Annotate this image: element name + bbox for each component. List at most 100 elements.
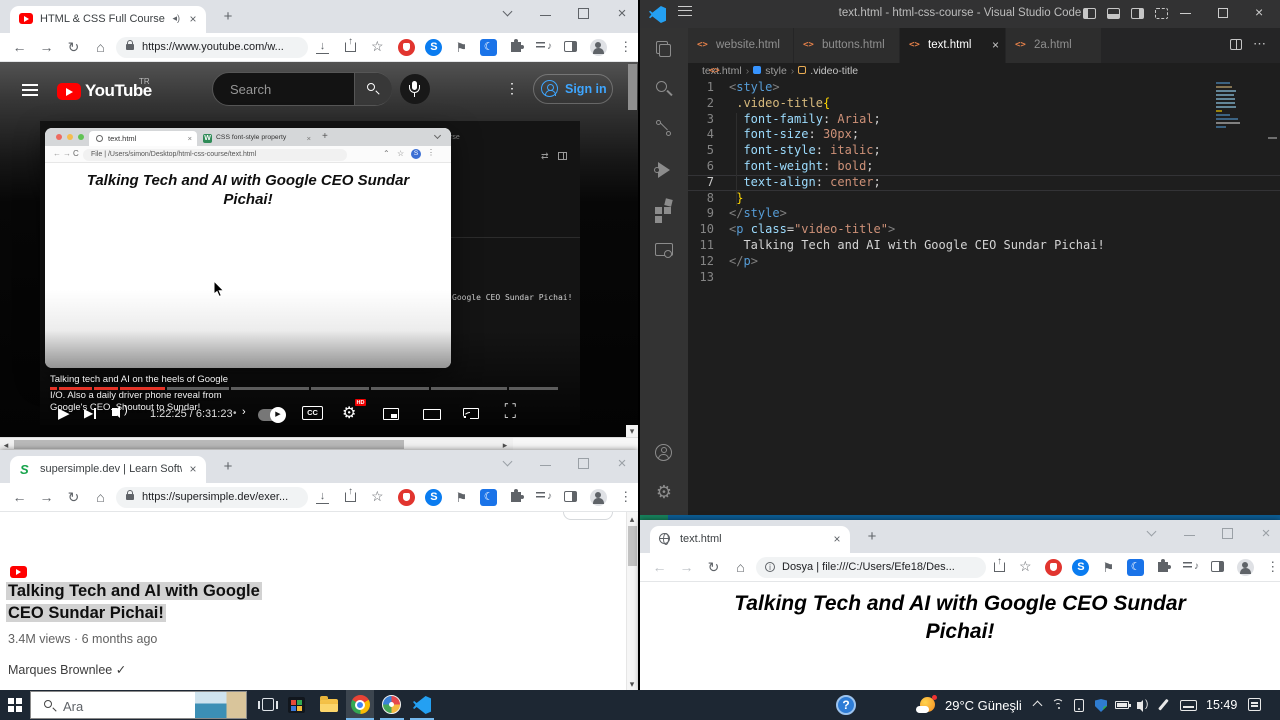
side-panel-icon[interactable] xyxy=(564,491,577,502)
code-line[interactable]: 13 xyxy=(688,270,1280,286)
breadcrumb-file[interactable]: text.html xyxy=(702,65,742,77)
vertical-scrollbar-thumb[interactable] xyxy=(628,526,637,566)
extensions-puzzle-icon[interactable] xyxy=(511,42,521,52)
toggle-panel-icon[interactable] xyxy=(1107,8,1120,19)
mac-address-bar[interactable]: File | /Users/simon/Desktop/html-css-cou… xyxy=(83,149,347,161)
extensions-puzzle-icon[interactable] xyxy=(1158,562,1168,572)
code-line[interactable]: 1<style> xyxy=(688,80,1280,96)
your-phone-icon[interactable] xyxy=(1074,699,1084,712)
youtube-logo-icon[interactable] xyxy=(57,83,81,100)
breadcrumb[interactable]: text.html›style›.video-title xyxy=(688,63,1280,80)
live-preview-icon[interactable] xyxy=(652,238,676,262)
back-button[interactable] xyxy=(10,38,29,57)
minimize-button[interactable] xyxy=(534,454,558,474)
tab-close-icon[interactable]: × xyxy=(992,28,999,63)
browser-menu-icon[interactable] xyxy=(617,39,634,56)
start-button[interactable] xyxy=(8,698,22,712)
code-line[interactable]: 11 Talking Tech and AI with Google CEO S… xyxy=(688,238,1280,254)
mac-reload-icon[interactable]: C xyxy=(73,149,79,158)
mac-tabstrip-chevron-icon[interactable] xyxy=(434,132,441,139)
code-line[interactable]: 4 font-size: 30px; xyxy=(688,127,1280,143)
tab-close-icon[interactable]: × xyxy=(186,463,200,477)
wifi-icon[interactable] xyxy=(1052,699,1066,711)
dark-reader-extension-icon[interactable] xyxy=(480,489,497,506)
close-button[interactable]: × xyxy=(610,454,634,474)
cast-button[interactable] xyxy=(463,408,479,419)
play-button[interactable]: ▶ xyxy=(58,404,70,422)
fullscreen-button[interactable]: ⌜⌝⌞⌟ xyxy=(504,406,519,418)
browser-tab-preview[interactable]: text.html × xyxy=(650,526,850,553)
toggle-sidebar-icon[interactable] xyxy=(1083,8,1096,19)
toggle-secondary-sidebar-icon[interactable] xyxy=(1131,8,1144,19)
adblock-extension-icon[interactable] xyxy=(398,39,415,56)
progress-segment[interactable] xyxy=(509,387,558,390)
hamburger-menu-icon[interactable] xyxy=(22,84,38,96)
tab-text-html[interactable]: text.html× xyxy=(900,28,1006,63)
extensions-icon[interactable] xyxy=(652,198,676,222)
share-icon[interactable] xyxy=(345,492,356,502)
touch-keyboard-icon[interactable] xyxy=(1180,700,1197,711)
scroll-down-button[interactable]: ▾ xyxy=(626,425,638,437)
side-panel-icon[interactable] xyxy=(564,41,577,52)
adblock-extension-icon[interactable] xyxy=(398,489,415,506)
minimize-button[interactable] xyxy=(1178,524,1202,544)
download-icon[interactable] xyxy=(316,41,329,54)
pen-icon[interactable] xyxy=(1158,699,1168,711)
forward-button[interactable] xyxy=(37,38,56,57)
code-line[interactable]: 9</style> xyxy=(688,206,1280,222)
browser-tab-youtube[interactable]: HTML & CSS Full Course - Be ◂) × xyxy=(10,6,206,33)
progress-segment[interactable] xyxy=(231,387,309,390)
account-icon[interactable] xyxy=(652,441,676,465)
maximize-button[interactable] xyxy=(1216,524,1240,544)
video-progress-bar[interactable] xyxy=(0,387,638,390)
source-control-icon[interactable] xyxy=(652,118,676,142)
tab-close-icon[interactable]: × xyxy=(830,533,844,547)
minimap[interactable] xyxy=(1216,82,1242,138)
pinwheel-app-icon[interactable] xyxy=(382,695,401,714)
address-bar[interactable]: https://supersimple.dev/exer... xyxy=(116,487,308,508)
flag-extension-icon[interactable] xyxy=(453,39,470,56)
search-daily-image[interactable] xyxy=(195,692,246,718)
bookmark-star-icon[interactable] xyxy=(371,488,384,505)
mic-button[interactable] xyxy=(400,74,430,104)
shazam-extension-icon[interactable] xyxy=(425,39,442,56)
mac-forward-icon[interactable]: → xyxy=(63,149,71,158)
task-view-icon[interactable] xyxy=(262,698,274,711)
new-tab-button[interactable] xyxy=(864,529,880,545)
page-info-icon[interactable] xyxy=(765,562,775,572)
media-controls-icon[interactable] xyxy=(535,39,552,56)
browser-menu-icon[interactable] xyxy=(617,489,634,506)
tab-audio-icon[interactable]: ◂) xyxy=(172,13,180,24)
mac-back-icon[interactable]: ← xyxy=(53,149,61,158)
cutoff-button[interactable] xyxy=(563,512,613,520)
home-button[interactable] xyxy=(91,488,110,507)
new-tab-button[interactable] xyxy=(220,459,236,475)
editor-more-actions-icon[interactable]: ⋯ xyxy=(1253,36,1266,52)
code-line[interactable]: 10<p class="video-title"> xyxy=(688,222,1280,238)
lock-icon[interactable] xyxy=(126,494,134,500)
code-line[interactable]: 12</p> xyxy=(688,254,1280,270)
share-icon[interactable] xyxy=(994,562,1005,572)
close-button[interactable]: × xyxy=(610,4,634,24)
media-controls-icon[interactable] xyxy=(1182,559,1199,576)
bookmark-star-icon[interactable] xyxy=(371,38,384,55)
shazam-extension-icon[interactable] xyxy=(425,489,442,506)
progress-segment-played[interactable] xyxy=(94,387,118,390)
clock[interactable]: 15:49 xyxy=(1206,698,1237,712)
mac-tab-active[interactable]: text.html × xyxy=(89,131,197,146)
mac-star-icon[interactable]: ☆ xyxy=(397,149,404,158)
volume-icon[interactable] xyxy=(112,404,136,420)
horizontal-scrollbar-thumb[interactable] xyxy=(14,440,404,449)
microsoft-store-icon[interactable] xyxy=(288,697,305,713)
breadcrumb-style[interactable]: style xyxy=(765,65,787,77)
chapter-chevron-icon[interactable]: › xyxy=(242,406,246,418)
download-icon[interactable] xyxy=(316,491,329,504)
settings-gear-icon[interactable]: ⚙ xyxy=(342,403,356,423)
code-editor[interactable]: 1<style>2 .video-title{3 font-family: Ar… xyxy=(688,80,1280,515)
bookmark-star-icon[interactable] xyxy=(1019,558,1032,575)
dark-reader-extension-icon[interactable] xyxy=(1127,559,1144,576)
run-debug-icon[interactable] xyxy=(652,158,676,182)
header-menu-icon[interactable]: ⋮ xyxy=(505,80,519,97)
profile-avatar-icon[interactable] xyxy=(590,39,607,56)
tab-website-html[interactable]: website.html xyxy=(688,28,794,63)
